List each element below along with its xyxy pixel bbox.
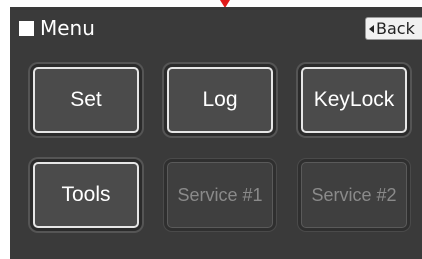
back-button-label: Back xyxy=(376,19,415,38)
keylock-button-label: KeyLock xyxy=(313,88,395,111)
keylock-button[interactable]: KeyLock xyxy=(301,67,407,133)
tools-button[interactable]: Tools xyxy=(33,162,139,228)
service-1-button: Service #1 xyxy=(167,162,273,228)
page-title: Menu xyxy=(40,16,95,40)
log-button[interactable]: Log xyxy=(167,67,273,133)
tools-button-label: Tools xyxy=(61,183,111,206)
set-button[interactable]: Set xyxy=(33,67,139,133)
log-button-label: Log xyxy=(202,88,238,111)
back-button[interactable]: Back xyxy=(365,17,422,40)
service-2-button-label: Service #2 xyxy=(311,184,397,205)
service-1-button-label: Service #1 xyxy=(177,184,263,205)
header-bar: Menu Back xyxy=(10,7,422,43)
back-arrow-icon xyxy=(369,24,374,33)
menu-screen: Menu Back Set Log KeyLock Tools Service … xyxy=(10,7,422,259)
menu-square-icon xyxy=(19,21,34,36)
set-button-label: Set xyxy=(70,88,102,111)
service-2-button: Service #2 xyxy=(301,162,407,228)
